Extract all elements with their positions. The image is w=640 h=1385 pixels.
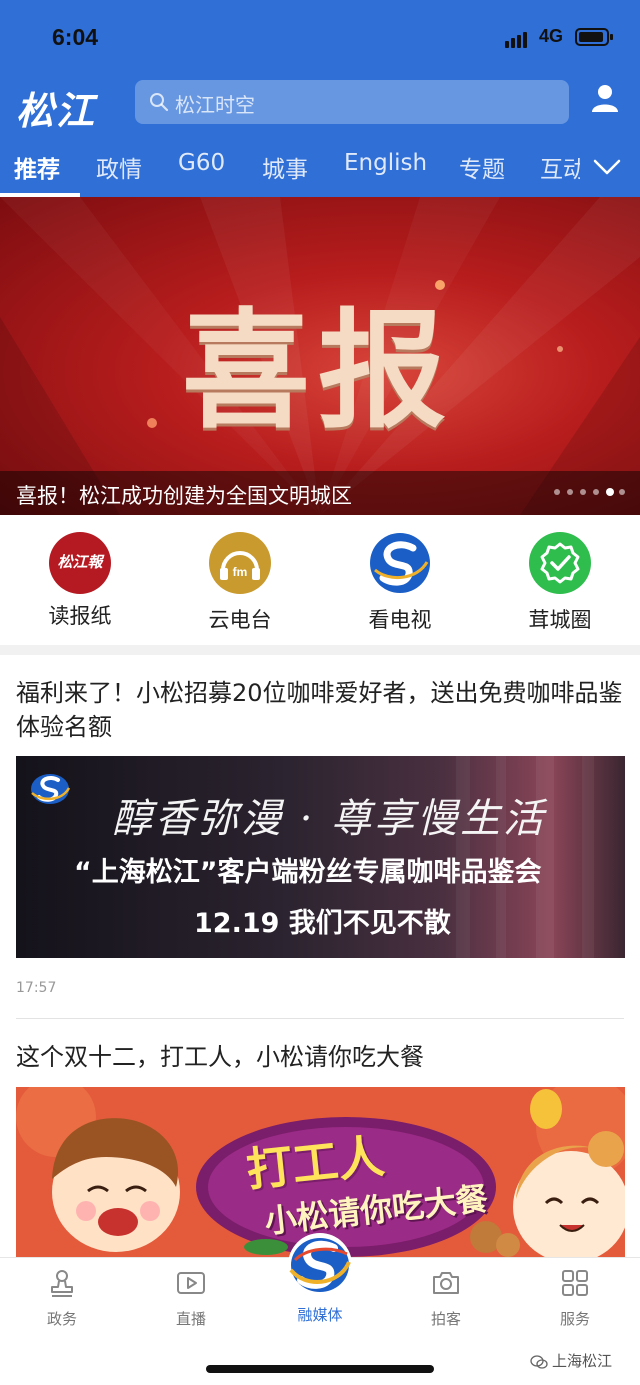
- tab-special[interactable]: 专题: [459, 150, 505, 184]
- wechat-icon: [530, 1354, 548, 1369]
- app-header: 6:04 4G 松江 松江时空 推荐 政情 G60 城事 English 专题 …: [0, 0, 640, 197]
- hero-banner[interactable]: 喜报 喜报！松江成功创建为全国文明城区: [0, 197, 640, 515]
- bottom-navigation: 政务 直播 融媒体 拍客 服务 上海松江: [0, 1233, 640, 1385]
- article-title[interactable]: 福利来了！小松招募20位咖啡爱好者，送出免费咖啡品鉴体验名额: [16, 676, 628, 744]
- signal-icon: [505, 30, 531, 48]
- banner-headline: 喜报: [182, 297, 455, 446]
- quick-links: 松江報 读报纸 fm 云电台 看电视 茸城圈: [0, 515, 640, 645]
- nav-label: 直播: [175, 1310, 206, 1328]
- grid-icon: [562, 1270, 588, 1296]
- quick-link-community[interactable]: 茸城圈: [500, 532, 620, 634]
- nav-label: 政务: [46, 1310, 77, 1328]
- stamp-icon: [51, 1270, 73, 1297]
- search-input[interactable]: 松江时空: [135, 80, 569, 124]
- nav-government[interactable]: 政务: [12, 1268, 112, 1329]
- tab-politics[interactable]: 政情: [96, 150, 142, 184]
- article-title[interactable]: 这个双十二，打工人，小松请你吃大餐: [16, 1040, 628, 1074]
- nav-label: 融媒体: [297, 1306, 343, 1324]
- watermark-text: 上海松江: [552, 1352, 613, 1370]
- nav-label: 拍客: [430, 1310, 461, 1328]
- search-icon: [150, 93, 169, 112]
- quick-link-label: 看电视: [368, 608, 432, 632]
- tab-recommend[interactable]: 推荐: [14, 150, 60, 184]
- quick-link-radio[interactable]: fm 云电台: [180, 532, 300, 634]
- carousel-dots: [554, 488, 634, 497]
- tab-english[interactable]: English: [344, 150, 427, 176]
- search-placeholder: 松江时空: [175, 93, 255, 117]
- verified-circle-icon: [529, 532, 591, 594]
- article-divider: [16, 1018, 624, 1019]
- banner-caption: 喜报！松江成功创建为全国文明城区: [16, 484, 352, 508]
- app-logo-icon[interactable]: [287, 1232, 353, 1298]
- carousel-dot[interactable]: [554, 489, 560, 495]
- carousel-dot[interactable]: [619, 489, 625, 495]
- image-caption-line: 12.19 我们不见不散: [194, 908, 451, 939]
- newspaper-icon: 松江報: [49, 532, 111, 594]
- carousel-dot[interactable]: [567, 489, 573, 495]
- nav-live[interactable]: 直播: [141, 1268, 241, 1329]
- category-tabs: 推荐 政情 G60 城事 English 专题 互动: [0, 142, 640, 197]
- home-indicator[interactable]: [206, 1365, 434, 1373]
- status-time: 6:04: [52, 24, 99, 50]
- article-timestamp: 17:57: [16, 980, 57, 996]
- image-caption-line: “上海松江”客户端粉丝专属咖啡品鉴会: [74, 857, 542, 888]
- radio-badge: fm: [233, 565, 248, 579]
- banner-caption-bar: 喜报！松江成功创建为全国文明城区: [0, 471, 640, 515]
- carousel-dot[interactable]: [580, 489, 586, 495]
- newspaper-badge: 松江報: [57, 553, 103, 571]
- carousel-dot[interactable]: [606, 488, 614, 496]
- carousel-dot[interactable]: [593, 489, 599, 495]
- quick-link-label: 茸城圈: [528, 608, 592, 632]
- status-bar: 6:04 4G: [0, 0, 640, 72]
- tv-icon: [369, 532, 431, 594]
- camera-icon: [433, 1272, 459, 1294]
- battery-icon: [575, 28, 613, 46]
- chevron-down-icon[interactable]: [592, 156, 622, 178]
- quick-link-label: 读报纸: [48, 604, 112, 628]
- quick-link-newspaper[interactable]: 松江報 读报纸: [20, 532, 140, 630]
- app-logo: 松江: [16, 88, 97, 133]
- network-type: 4G: [539, 26, 564, 46]
- nav-reporter[interactable]: 拍客: [396, 1268, 496, 1329]
- user-icon[interactable]: [589, 82, 621, 114]
- tab-g60[interactable]: G60: [178, 150, 225, 176]
- quick-link-tv[interactable]: 看电视: [340, 532, 460, 634]
- tab-city[interactable]: 城事: [262, 150, 308, 184]
- radio-icon: fm: [209, 532, 271, 594]
- nav-label: 服务: [559, 1310, 590, 1328]
- tab-interactive[interactable]: 互动: [540, 150, 580, 184]
- image-caption-line: 醇香弥漫 · 尊享慢生活: [112, 796, 547, 842]
- watermark: 上海松江: [530, 1350, 612, 1371]
- article-image[interactable]: 醇香弥漫 · 尊享慢生活 “上海松江”客户端粉丝专属咖啡品鉴会 12.19 我们…: [16, 756, 625, 958]
- section-divider: [0, 645, 640, 655]
- nav-services[interactable]: 服务: [525, 1268, 625, 1329]
- play-icon: [177, 1272, 205, 1294]
- quick-link-label: 云电台: [208, 608, 272, 632]
